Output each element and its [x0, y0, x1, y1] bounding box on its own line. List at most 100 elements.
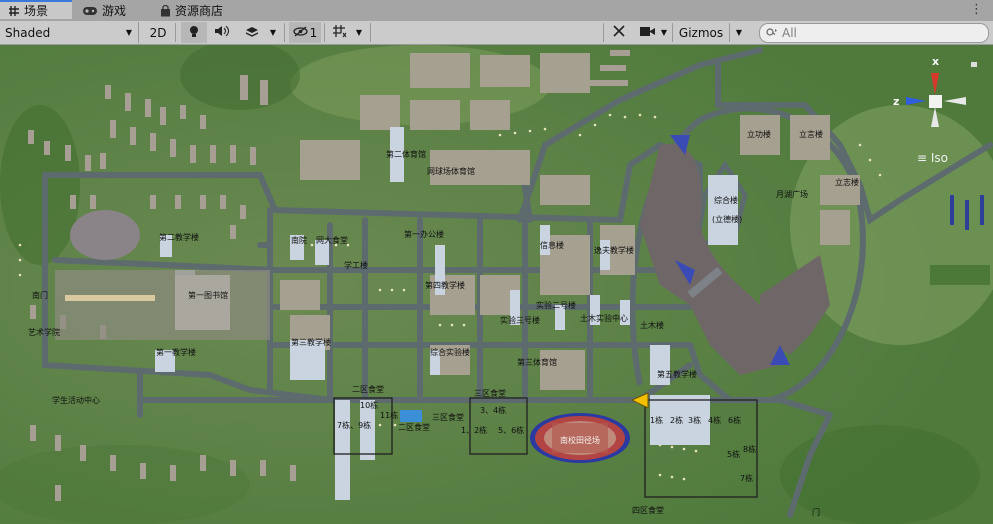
map-label: 综合楼 [714, 195, 738, 205]
map-label: 7栋、9栋 [337, 420, 371, 430]
gizmo-z-label: z [893, 95, 899, 108]
shading-mode-value: Shaded [5, 25, 51, 40]
toolbar-divider [284, 23, 285, 42]
map-label: 1栋 [650, 415, 663, 425]
search-icon [766, 26, 778, 40]
map-label: 立志楼 [835, 177, 859, 187]
map-label: 第三体育馆 [517, 357, 557, 367]
tab-scene-label: 场景 [24, 4, 49, 18]
2d-label: 2D [149, 25, 167, 40]
grid-icon [8, 5, 20, 17]
map-label: 艺术学院 [28, 327, 60, 337]
hidden-objects-toggle-button[interactable]: 1 [289, 22, 321, 43]
map-label: 第一图书馆 [188, 290, 228, 300]
scene-search-input[interactable]: All [759, 23, 989, 43]
map-label: 第一教学楼 [156, 347, 196, 357]
map-label: 5栋 [727, 449, 740, 459]
map-label: 南院 [291, 235, 307, 245]
tab-game-label: 游戏 [102, 4, 127, 18]
map-label: 三区食堂 [474, 388, 506, 398]
toolbar-divider [672, 23, 673, 42]
map-label: 3栋 [688, 415, 701, 425]
scene-viewport[interactable]: 第二体育馆 网球场体育馆 第二教学楼 第一办公楼 信息楼 逸夫教学楼 第四教学楼… [0, 45, 993, 524]
window-tab-bar: 场景 游戏 资源商店 ⋮ [0, 0, 993, 22]
toolbar-divider [324, 23, 325, 42]
map-label: 10栋 [360, 400, 378, 410]
search-placeholder: All [782, 26, 797, 40]
map-label: 信息楼 [540, 240, 564, 250]
grid-snap-icon [332, 24, 347, 41]
tools-button[interactable] [608, 22, 630, 43]
map-label: 2栋 [670, 415, 683, 425]
camera-icon [639, 26, 656, 40]
effects-dropdown-chevron-icon[interactable]: ▼ [266, 22, 280, 43]
map-label: 综合实验楼 [430, 347, 470, 357]
map-label: 土木实验中心 [580, 313, 628, 323]
map-label: 6栋 [728, 415, 741, 425]
more-options-icon[interactable]: ⋮ [970, 2, 983, 17]
toolbar-divider [603, 23, 604, 42]
audio-toggle-button[interactable] [209, 22, 235, 43]
effects-toggle-button[interactable] [239, 22, 265, 43]
2d-toggle-button[interactable]: 2D [146, 22, 170, 43]
toolbar-divider [370, 23, 371, 42]
eye-slash-icon [293, 25, 308, 40]
map-label: 第一办公楼 [404, 229, 444, 239]
tab-scene[interactable]: 场景 [0, 0, 72, 19]
map-label: 四区食堂 [632, 505, 664, 515]
gizmos-button[interactable]: Gizmos [675, 22, 727, 43]
shading-mode-dropdown[interactable]: Shaded ▼ [0, 22, 139, 43]
map-label: 逸夫教学楼 [594, 245, 634, 255]
gizmos-label: Gizmos [678, 25, 724, 40]
map-label: 南校田径场 [560, 435, 600, 445]
map-label: 立言楼 [799, 129, 823, 139]
map-label: 月湖广场 [776, 189, 808, 199]
map-label: 学生活动中心 [52, 395, 100, 405]
map-label: 3、4栋 [480, 405, 506, 415]
chevron-down-icon: ▼ [125, 28, 132, 37]
map-label: 第四教学楼 [425, 280, 465, 290]
tab-asset-store[interactable]: 资源商店 [160, 0, 223, 21]
campus-map-render: 第二体育馆 网球场体育馆 第二教学楼 第一办公楼 信息楼 逸夫教学楼 第四教学楼… [0, 45, 993, 524]
camera-dropdown-chevron-icon[interactable]: ▼ [658, 22, 670, 43]
gizmos-dropdown-chevron-icon[interactable]: ▼ [732, 22, 746, 43]
map-label: 二区食堂 [352, 384, 384, 394]
map-label: 二区食堂 [398, 422, 430, 432]
grid-dropdown-chevron-icon[interactable]: ▼ [352, 22, 366, 43]
projection-label: Iso [930, 151, 949, 165]
map-label: 1、2栋 [461, 425, 487, 435]
map-label: 三区食堂 [432, 412, 464, 422]
map-label: 第二体育馆 [386, 149, 426, 159]
map-label: 第二教学楼 [159, 232, 199, 242]
map-label: 实验三号楼 [500, 315, 540, 325]
map-label: 土木楼 [640, 320, 664, 330]
speaker-icon [214, 25, 230, 40]
toolbar-divider [175, 23, 176, 42]
scene-toolbar: Shaded ▼ 2D ▼ 1 ▼ ▼ Gizmos ▼ All [0, 21, 993, 45]
grid-settings-button[interactable] [328, 22, 350, 43]
gamepad-icon [82, 6, 98, 16]
camera-settings-button[interactable] [635, 22, 659, 43]
map-label: 7栋 [740, 473, 753, 483]
tab-asset-store-label: 资源商店 [175, 4, 224, 18]
lighting-toggle-button[interactable] [181, 22, 207, 43]
layers-icon [245, 25, 259, 40]
map-label: 立功楼 [747, 129, 771, 139]
map-label: 网球场体育馆 [427, 166, 475, 176]
lightbulb-icon [188, 25, 200, 41]
map-label: 南门 [32, 290, 48, 300]
tab-game[interactable]: 游戏 [82, 0, 126, 21]
menu-lines-icon: ≡ [917, 151, 928, 165]
map-label: 4栋 [708, 415, 721, 425]
toolbar-divider [729, 23, 730, 42]
gizmo-x-label: x [932, 55, 939, 68]
map-label: 8栋 [743, 444, 756, 454]
wrench-icon [612, 24, 626, 41]
map-label: 门 [812, 507, 820, 517]
map-label: 第三教学楼 [291, 337, 331, 347]
hidden-count: 1 [309, 25, 318, 40]
map-label: (立德楼) [712, 214, 742, 224]
projection-toggle[interactable]: ≡ Iso [917, 151, 948, 165]
map-label: 网大食堂 [316, 235, 348, 245]
shopping-bag-icon [160, 4, 171, 17]
